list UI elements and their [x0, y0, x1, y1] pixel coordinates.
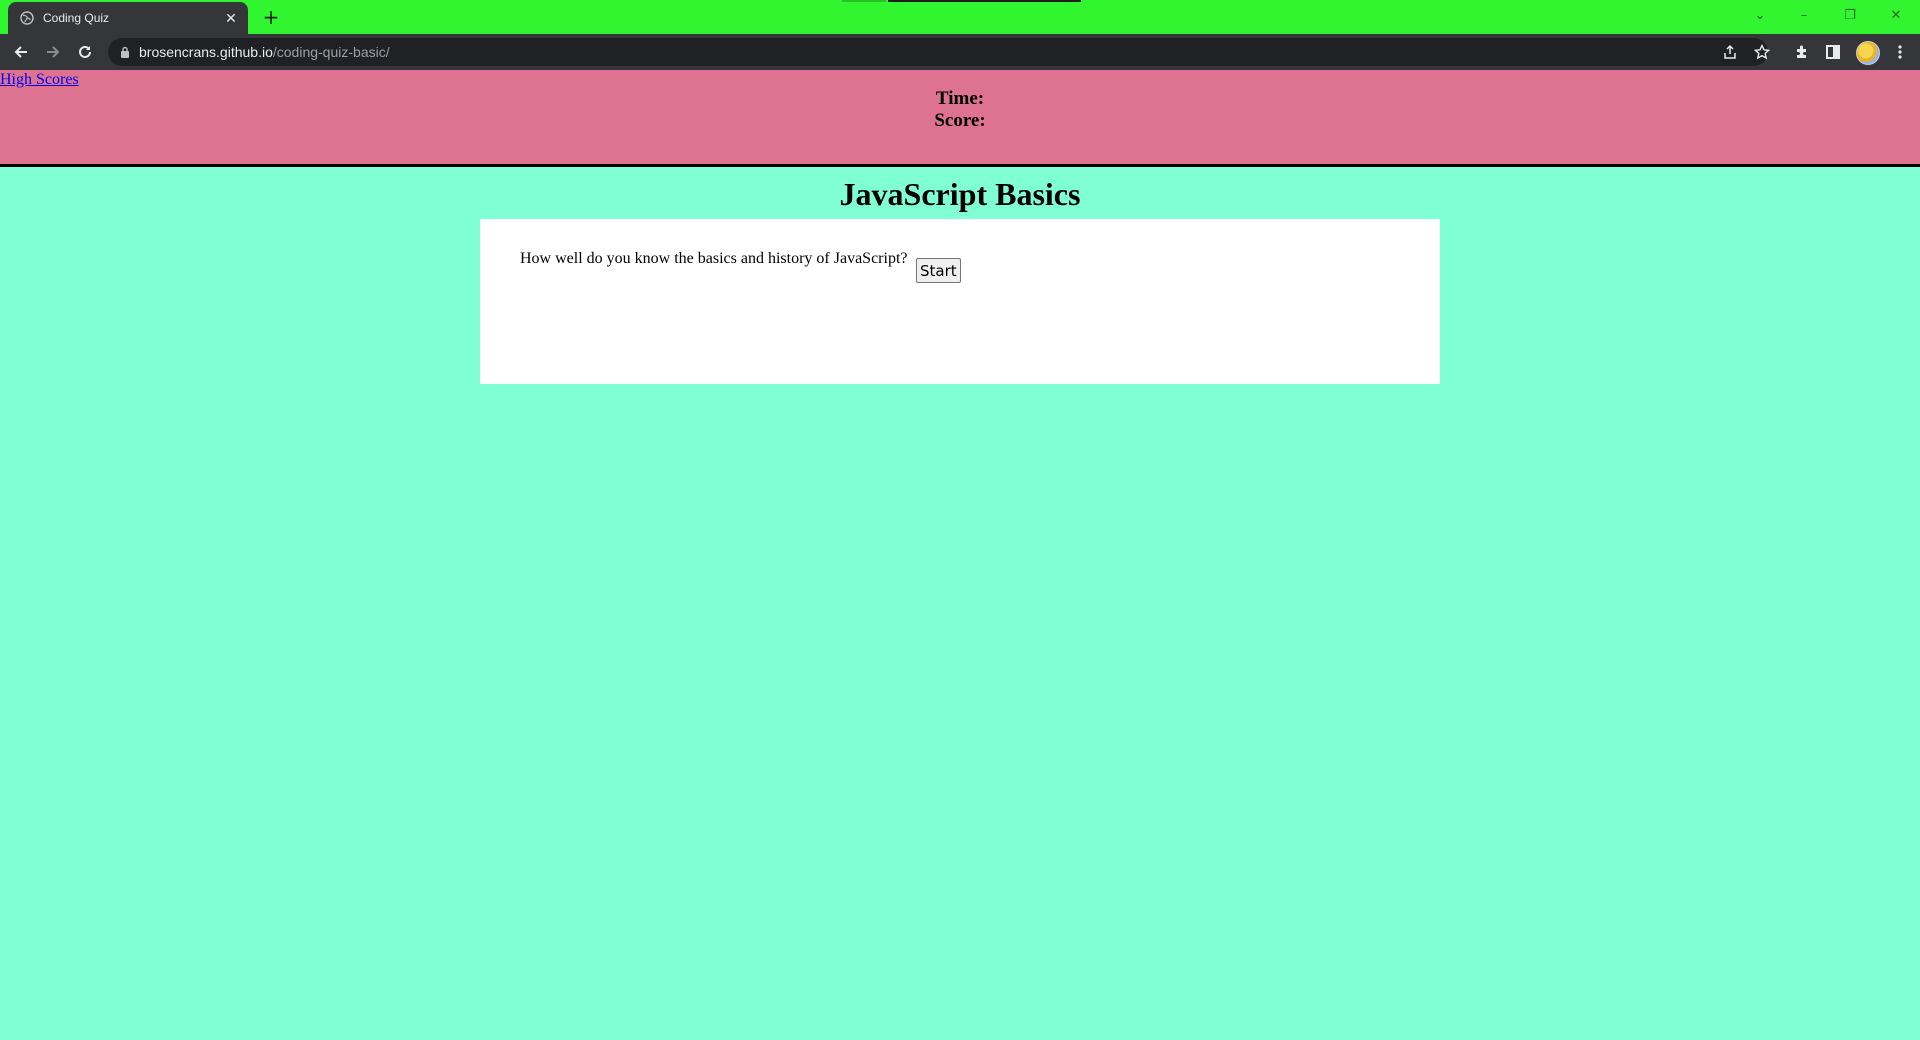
share-icon[interactable]	[1716, 38, 1744, 66]
high-scores-link[interactable]: High Scores	[0, 71, 79, 89]
extensions-icon[interactable]	[1788, 38, 1816, 66]
close-tab-icon[interactable]: ✕	[223, 10, 239, 26]
new-tab-button[interactable]: +	[259, 5, 283, 29]
quiz-header: High Scores Time: Score:	[0, 70, 1920, 167]
intro-text: How well do you know the basics and hist…	[520, 250, 908, 267]
url-host: brosencrans.github.io	[139, 44, 273, 60]
tab-title: Coding Quiz	[43, 11, 110, 25]
menu-kebab-icon[interactable]	[1890, 38, 1910, 66]
page-content: High Scores Time: Score: JavaScript Basi…	[0, 70, 1920, 1040]
browser-toolbar: brosencrans.github.io/coding-quiz-basic/	[0, 34, 1920, 70]
browser-tab-active[interactable]: Coding Quiz ✕	[8, 2, 248, 34]
minimize-button[interactable]: –	[1782, 0, 1826, 30]
tab-search-icon[interactable]: ⌄	[1738, 0, 1782, 30]
time-label: Time:	[935, 88, 985, 109]
start-button[interactable]: Start	[916, 258, 961, 283]
url-path: /coding-quiz-basic/	[272, 44, 390, 60]
browser-tabstrip: Coding Quiz ✕ + ⌄ – ❐ ✕	[0, 0, 1920, 34]
back-icon[interactable]	[7, 38, 35, 66]
address-bar[interactable]: brosencrans.github.io/coding-quiz-basic/	[108, 38, 1768, 66]
tabstrip-notch	[888, 0, 1081, 2]
side-panel-icon[interactable]	[1819, 38, 1847, 66]
page-title: JavaScript Basics	[839, 176, 1081, 212]
forward-icon[interactable]	[39, 38, 67, 66]
bookmark-star-icon[interactable]	[1748, 38, 1776, 66]
lock-icon[interactable]	[120, 46, 130, 58]
restore-button[interactable]: ❐	[1828, 0, 1872, 30]
globe-icon	[20, 11, 34, 25]
stats-panel: Time: Score:	[0, 70, 1920, 132]
score-label: Score:	[934, 110, 986, 131]
quiz-card: How well do you know the basics and hist…	[480, 219, 1440, 384]
tabstrip-notch	[842, 0, 886, 2]
profile-avatar[interactable]	[1856, 41, 1880, 65]
reload-icon[interactable]	[71, 38, 99, 66]
close-window-button[interactable]: ✕	[1874, 0, 1918, 30]
